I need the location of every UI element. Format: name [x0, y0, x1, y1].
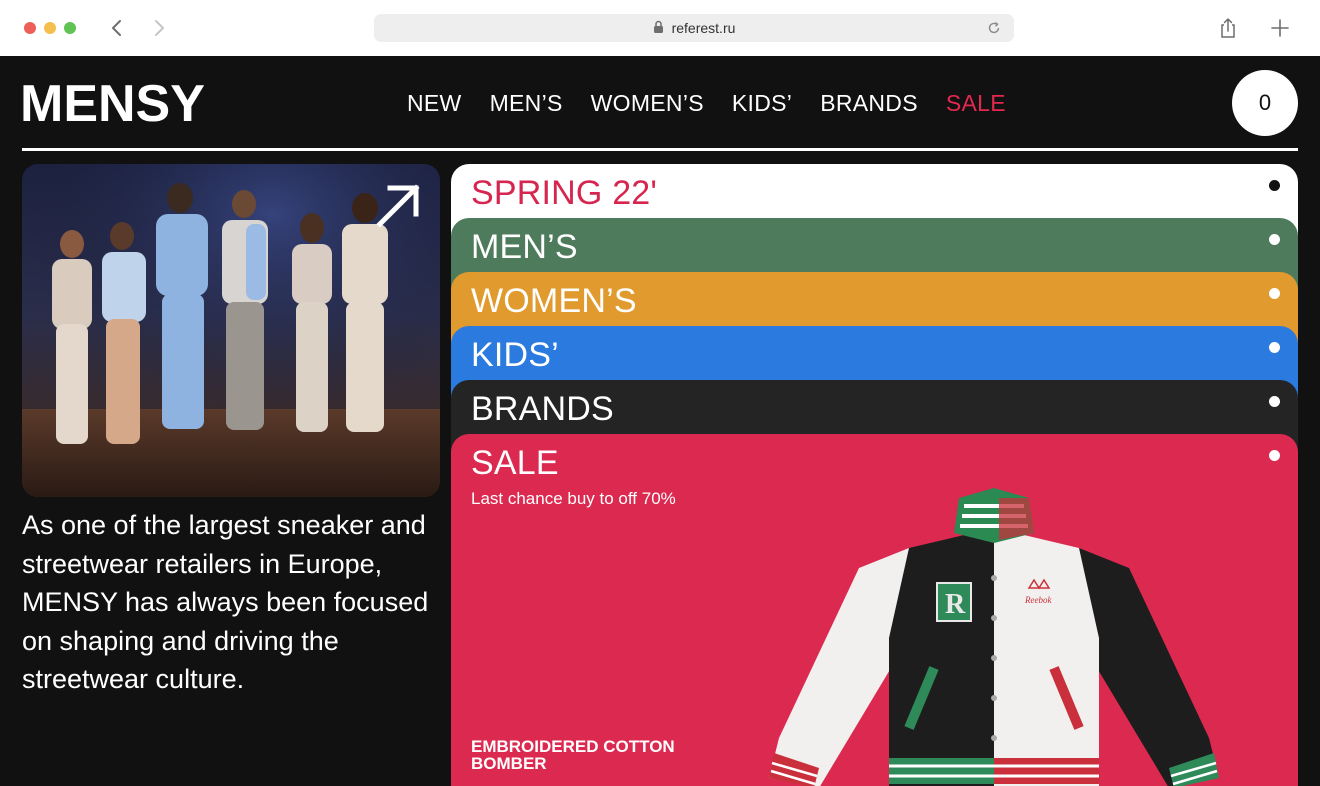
category-sale[interactable]: SALE Last chance buy to off 70% R Reebok…: [451, 434, 1298, 786]
category-label: MEN’S: [471, 228, 578, 266]
sale-subtitle: Last chance buy to off 70%: [471, 489, 676, 508]
dot-icon: [1269, 396, 1280, 407]
nav-sale[interactable]: SALE: [946, 90, 1006, 117]
cart-count: 0: [1258, 90, 1272, 115]
site-logo[interactable]: MENSY: [20, 78, 205, 130]
category-label: SALE: [471, 444, 559, 482]
category-label: SPRING 22': [471, 174, 658, 212]
chevron-right-icon[interactable]: [150, 14, 170, 42]
intro-text: As one of the largest sneaker and street…: [22, 510, 429, 694]
nav-womens[interactable]: WOMEN’S: [591, 90, 704, 117]
plus-icon[interactable]: [1270, 18, 1290, 38]
dot-icon: [1269, 180, 1280, 191]
cart-button[interactable]: 0: [1232, 70, 1298, 136]
nav-brands[interactable]: BRANDS: [820, 90, 918, 117]
share-icon[interactable]: [1218, 17, 1238, 39]
main-nav: NEW MEN’S WOMEN’S KIDS’ BRANDS SALE: [407, 90, 1006, 117]
browser-toolbar: referest.ru: [0, 0, 1320, 56]
lock-icon: [653, 20, 664, 37]
site-page: MENSY NEW MEN’S WOMEN’S KIDS’ BRANDS SAL…: [0, 56, 1320, 786]
header-divider: [22, 148, 1298, 151]
dot-icon: [1269, 234, 1280, 245]
arrow-up-right-icon[interactable]: [374, 182, 422, 230]
nav-mens[interactable]: MEN’S: [490, 90, 563, 117]
category-stack: SPRING 22' MEN’S WOMEN’S KIDS’ BRANDS SA…: [451, 164, 1298, 786]
zoom-window-button[interactable]: [64, 22, 76, 34]
category-label: KIDS’: [471, 336, 559, 374]
dot-icon: [1269, 288, 1280, 299]
address-bar[interactable]: referest.ru: [374, 14, 1014, 42]
category-label: WOMEN’S: [471, 282, 637, 320]
url-text: referest.ru: [671, 20, 736, 36]
dot-icon: [1269, 450, 1280, 461]
minimize-window-button[interactable]: [44, 22, 56, 34]
svg-text:R: R: [945, 589, 966, 620]
bomber-jacket-image[interactable]: R Reebok: [759, 488, 1229, 786]
category-label: BRANDS: [471, 390, 614, 428]
reload-icon[interactable]: [986, 20, 1002, 36]
nav-new[interactable]: NEW: [407, 90, 462, 117]
hero-photo[interactable]: [22, 164, 440, 497]
dot-icon: [1269, 342, 1280, 353]
svg-text:Reebok: Reebok: [1024, 595, 1052, 605]
close-window-button[interactable]: [24, 22, 36, 34]
product-name[interactable]: EMBROIDERED COTTON BOMBER: [471, 738, 731, 772]
nav-kids[interactable]: KIDS’: [732, 90, 792, 117]
chevron-left-icon[interactable]: [106, 14, 126, 42]
